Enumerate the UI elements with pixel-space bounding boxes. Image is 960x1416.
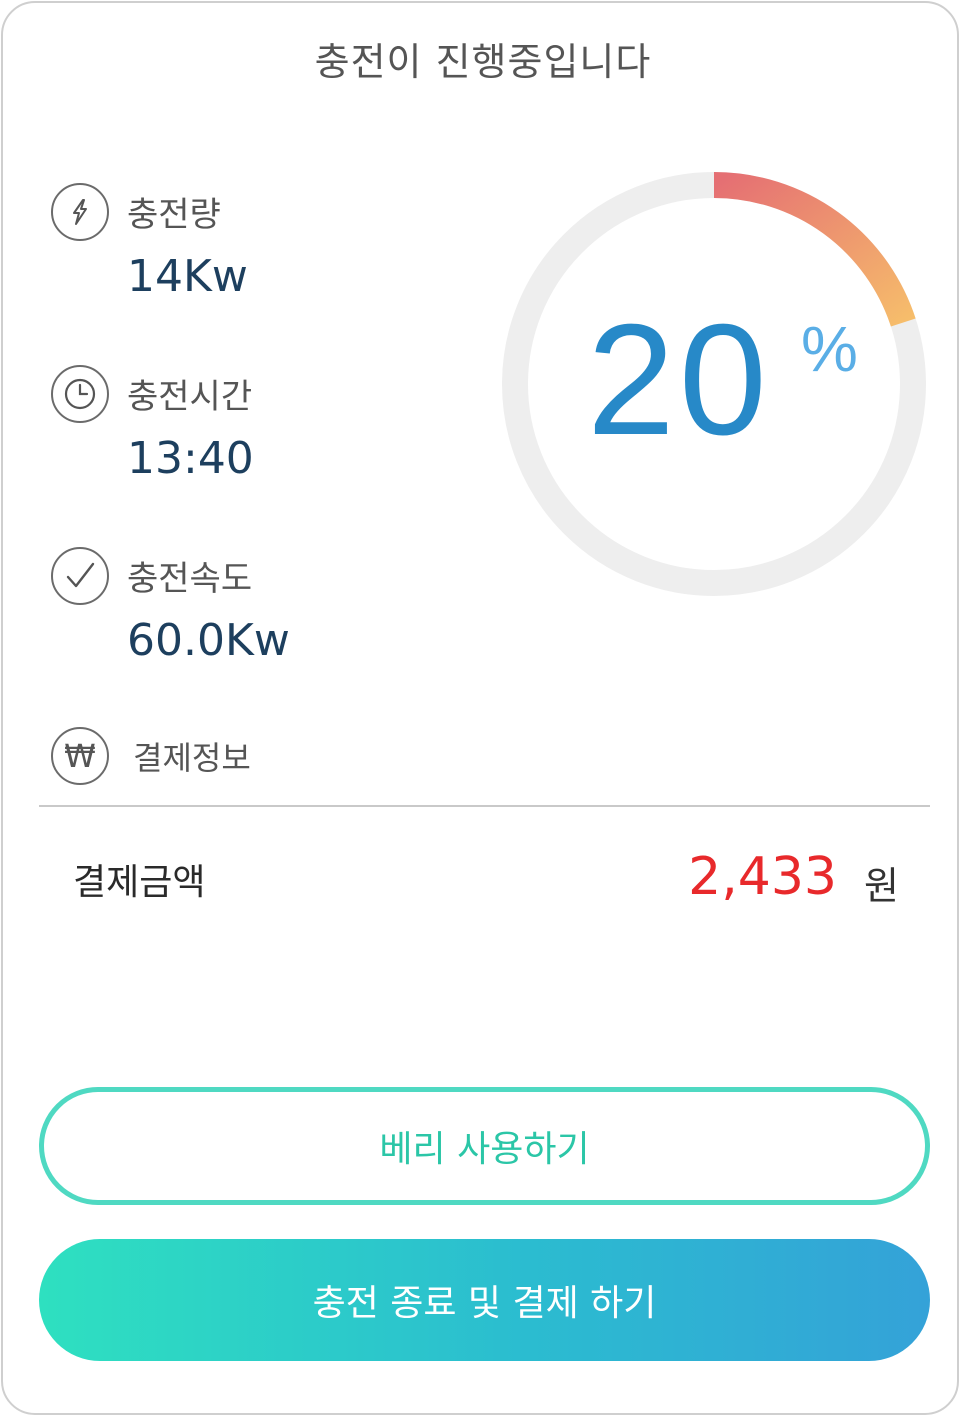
amount-label: 결제금액 <box>73 862 206 903</box>
use-berry-button[interactable]: 베리 사용하기 <box>39 1087 930 1205</box>
stat-label: 충전시간 <box>127 377 253 417</box>
gauge-readout: 20 % <box>501 171 927 597</box>
won-icon: ₩ <box>51 727 109 785</box>
finish-and-pay-button[interactable]: 충전 종료 및 결제 하기 <box>39 1239 930 1361</box>
lightning-icon <box>51 183 109 241</box>
stat-value: 13:40 <box>127 433 254 484</box>
stat-label: 충전속도 <box>127 559 253 599</box>
check-icon <box>51 547 109 605</box>
clock-icon <box>51 365 109 423</box>
percent-sign: % <box>801 313 858 385</box>
stat-value: 14Kw <box>127 251 248 302</box>
amount-value: 2,433 <box>688 847 837 907</box>
percent-value: 20 <box>587 292 771 468</box>
page-title: 충전이 진행중입니다 <box>314 40 652 84</box>
amount-unit: 원 <box>864 864 899 908</box>
payment-info-label: 결제정보 <box>133 739 251 777</box>
divider <box>39 805 930 807</box>
stat-label: 충전량 <box>127 195 221 235</box>
charging-card: 충전이 진행중입니다 충전량 14Kw 충전시간 13:40 충전속도 60.0… <box>1 1 959 1415</box>
stat-value: 60.0Kw <box>127 615 290 666</box>
